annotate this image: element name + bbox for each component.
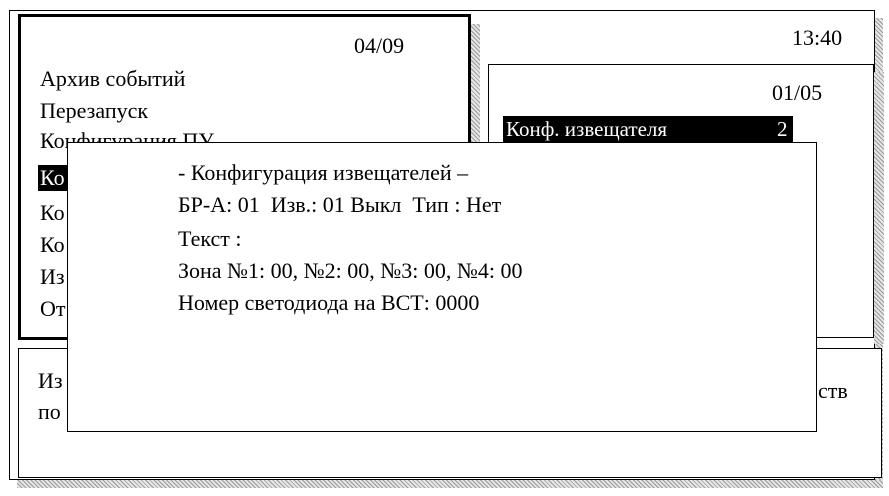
submenu-shadow-right [874,72,884,344]
submenu-item-value: 2 [777,117,788,141]
dialog-led-number: Номер светодиода на ВСТ: 0000 [178,290,480,315]
submenu-item-sensor-config[interactable]: Конф. извещателя 2 [503,116,793,143]
dialog-device-line: БР-А: 01 Изв.: 01 Выкл Тип : Нет [178,192,502,217]
dialog-zones-line: Зона №1: 00, №2: 00, №3: 00, №4: 00 [178,258,523,283]
main-menu-item-restart[interactable]: Перезапуск [40,98,148,124]
submenu-item-label: Конф. извещателя [506,117,668,141]
bottom-panel-line1-start: Из [38,368,63,393]
dialog-text-field[interactable]: Текст : [178,226,242,252]
main-menu-item-8[interactable]: От [40,296,66,322]
main-menu-item-6[interactable]: Ко [40,232,65,258]
dialog-title: - Конфигурация извещателей – [178,160,469,185]
main-menu-item-5[interactable]: Ко [40,200,65,226]
main-menu-page-indicator: 04/09 [354,33,405,58]
main-menu-item-selected[interactable]: Ко [38,165,67,191]
main-menu-item-7[interactable]: Из [40,264,65,290]
bottom-panel-line2-start: по [38,399,61,424]
bottom-panel-line1-end: ств [818,378,848,403]
screen-frame-shadow-bottom [17,480,883,488]
clock-time: 13:40 [792,25,843,50]
submenu-page-indicator: 01/05 [772,80,823,105]
main-menu-item-event-archive[interactable]: Архив событий [40,66,185,92]
